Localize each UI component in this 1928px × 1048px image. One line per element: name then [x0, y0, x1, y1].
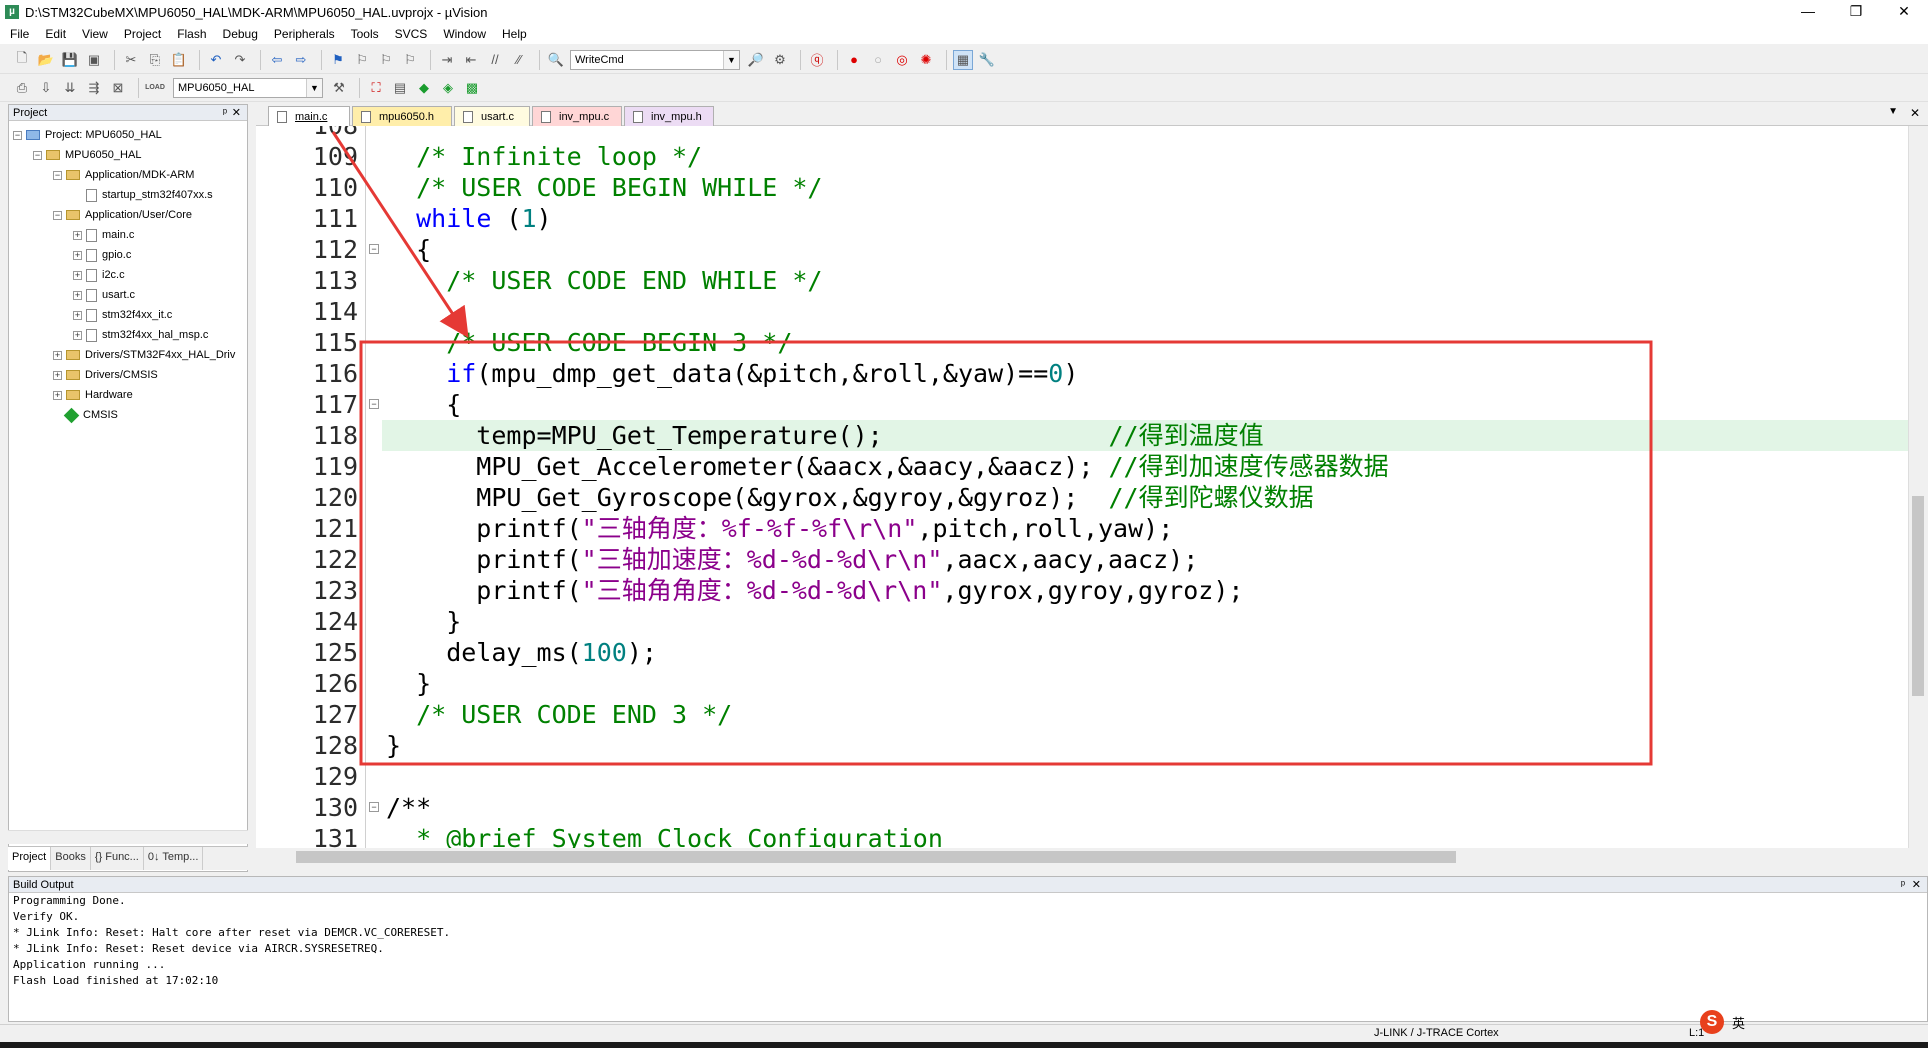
annotation-arrow [331, 131, 469, 339]
annotation-overlay [331, 131, 1653, 766]
uvision-window: µ D:\STM32CubeMX\MPU6050_HAL\MDK-ARM\MPU… [0, 0, 1928, 1048]
highlight-box [359, 340, 1653, 766]
